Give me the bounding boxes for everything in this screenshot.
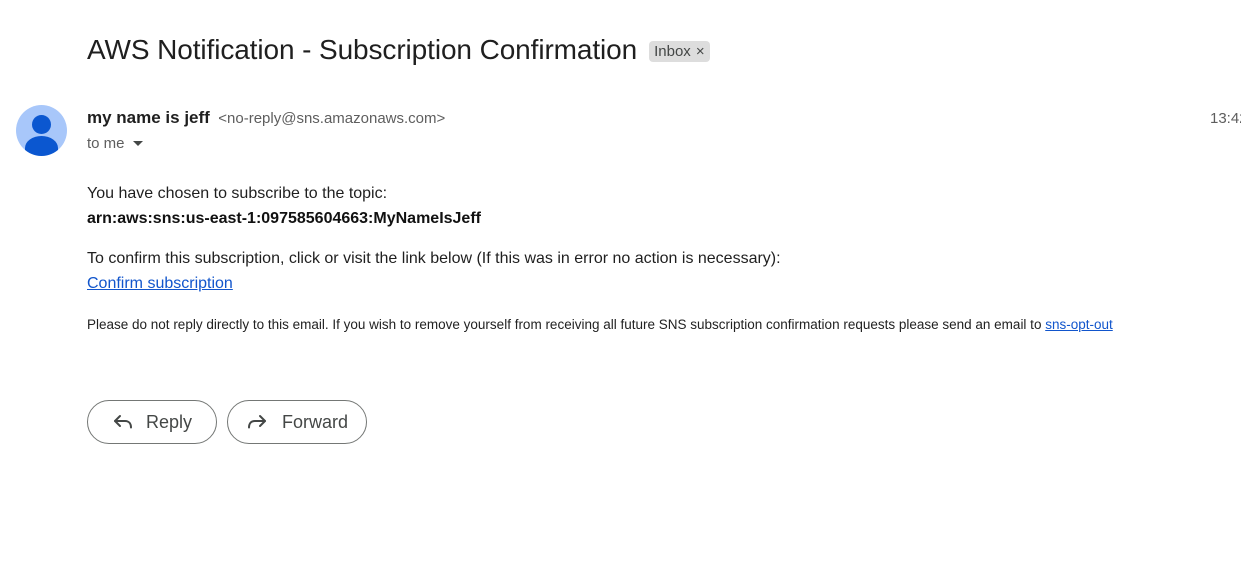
avatar-body-shape — [25, 136, 58, 156]
topic-arn-text: arn:aws:sns:us-east-1:097585604663:MyNam… — [87, 210, 481, 227]
confirm-subscription-link[interactable]: Confirm subscription — [87, 275, 233, 293]
forward-button-label: Forward — [282, 411, 349, 432]
sender-email: <no-reply@sns.amazonaws.com> — [218, 110, 446, 127]
reply-button-label: Reply — [146, 411, 193, 432]
remove-label-icon[interactable]: × — [696, 44, 705, 59]
email-header: AWS Notification - Subscription Confirma… — [87, 34, 710, 66]
avatar-head-shape — [32, 115, 51, 134]
sns-opt-out-link[interactable]: sns-opt-out — [1045, 317, 1113, 332]
sender-avatar[interactable] — [16, 105, 67, 156]
reply-button[interactable]: Reply — [87, 400, 217, 444]
reply-arrow-icon — [114, 415, 132, 429]
sender-name[interactable]: my name is jeff — [87, 108, 210, 127]
inbox-label-chip[interactable]: Inbox × — [649, 40, 710, 62]
forward-button[interactable]: Forward — [227, 400, 367, 444]
sender-info: my name is jeff <no-reply@sns.amazonaws.… — [87, 108, 445, 128]
caret-down-icon[interactable] — [132, 141, 143, 146]
inbox-label-text: Inbox — [654, 42, 691, 60]
opt-out-note: Please do not reply directly to this ema… — [87, 317, 1113, 332]
confirm-instructions-text: To confirm this subscription, click or v… — [87, 250, 781, 267]
topic-intro-text: You have chosen to subscribe to the topi… — [87, 185, 388, 202]
recipient-details-toggle[interactable]: to me — [87, 135, 143, 152]
recipient-label: to me — [87, 135, 125, 152]
email-subject: AWS Notification - Subscription Confirma… — [87, 34, 638, 65]
email-time: 13:42 — [1210, 110, 1241, 127]
forward-arrow-icon — [248, 415, 266, 429]
opt-out-note-text: Please do not reply directly to this ema… — [87, 317, 1042, 332]
